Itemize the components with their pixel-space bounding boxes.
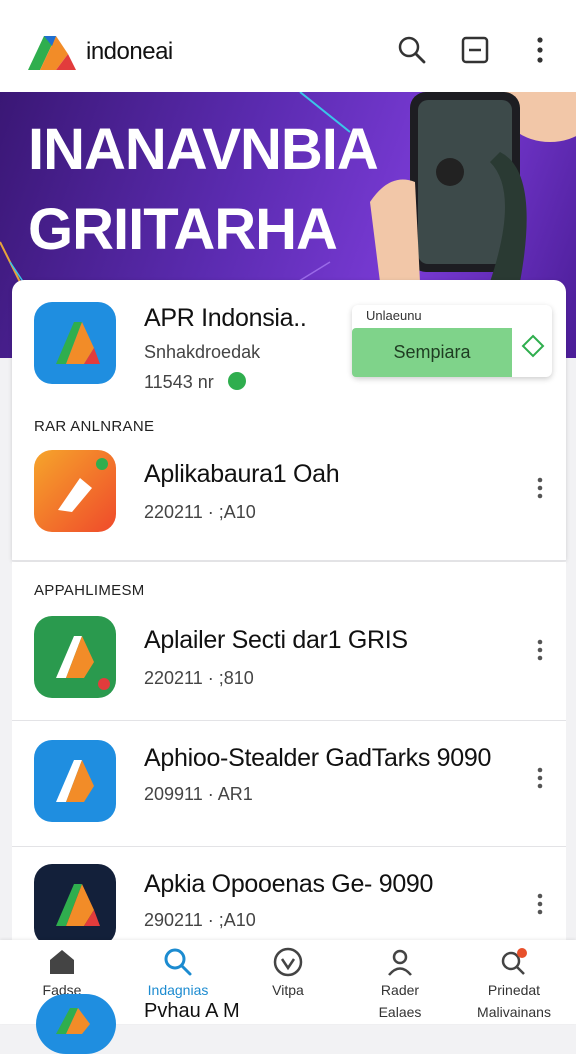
nav-label: Rader	[380, 982, 420, 998]
featured-app-subtitle: Snhakdroedak	[144, 342, 261, 362]
home-icon	[50, 950, 74, 974]
person-icon	[388, 949, 412, 976]
app-meta: 220211 · ;810	[144, 668, 254, 688]
top-app-bar: indoneai	[0, 0, 576, 92]
brand-name: indoneai	[86, 38, 173, 65]
check-circle-icon	[273, 947, 303, 977]
section-label: APPAHLIMESM	[34, 582, 145, 599]
featured-app-title[interactable]: APR Indonsia..	[144, 304, 307, 333]
verified-badge-icon	[228, 372, 246, 390]
app-title[interactable]: Aplailer Secti dar1 GRIS	[144, 626, 408, 655]
popup-heading: Unlaeunu	[366, 308, 422, 323]
divider	[12, 560, 566, 561]
nav-item-notifications[interactable]: Prinedat Malivainans	[464, 940, 564, 1024]
featured-app-icon[interactable]	[34, 302, 116, 384]
search-icon	[164, 948, 192, 976]
app-title[interactable]: Aphioo-Stealder GadTarks 9090	[144, 744, 491, 773]
more-vert-icon[interactable]	[530, 762, 550, 794]
nav-label: Prinedat	[487, 982, 541, 998]
featured-app-meta: 11543 nr	[144, 372, 214, 392]
app-logo-icon	[28, 36, 76, 70]
nav-sublabel: Ealaes	[378, 1004, 422, 1020]
divider	[12, 846, 566, 847]
search-notify-icon	[501, 948, 527, 975]
install-button[interactable]: Sempiara	[352, 328, 512, 377]
peek-app-label[interactable]: Pvhau A M	[144, 1000, 240, 1023]
divider	[12, 720, 566, 721]
peek-app-icon[interactable]	[36, 994, 116, 1054]
banner-headline-2: GRIITARHA	[28, 197, 338, 262]
app-meta: 209911 · AR1	[144, 784, 253, 804]
app-meta: 220211 · ;A10	[144, 502, 256, 522]
app-icon[interactable]	[34, 450, 116, 532]
nav-label: Vitpa	[272, 982, 304, 998]
app-icon[interactable]	[34, 616, 116, 698]
minus-box-icon[interactable]	[457, 32, 493, 68]
search-icon[interactable]	[394, 32, 430, 68]
nav-item-check[interactable]: Vitpa	[238, 940, 338, 1024]
more-vert-icon[interactable]	[530, 472, 550, 504]
banner-headline: INANAVNBIA	[28, 117, 379, 182]
app-title[interactable]: Apkia Opooenas Ge- 9090	[144, 870, 433, 899]
app-meta: 290211 · ;A10	[144, 910, 256, 930]
shield-icon[interactable]	[518, 332, 548, 362]
more-vert-icon[interactable]	[522, 32, 558, 68]
app-icon[interactable]	[34, 864, 116, 946]
more-vert-icon[interactable]	[530, 888, 550, 920]
nav-label: Indagnias	[147, 982, 209, 998]
app-title[interactable]: Aplikabaura1 Oah	[144, 460, 340, 489]
nav-sublabel: Malivainans	[477, 1004, 551, 1020]
phone-illustration	[370, 92, 576, 282]
nav-item-profile[interactable]: Rader Ealaes	[350, 940, 450, 1024]
more-vert-icon[interactable]	[530, 634, 550, 666]
app-icon[interactable]	[34, 740, 116, 822]
section-label: RAR ANLNRANE	[34, 418, 155, 435]
